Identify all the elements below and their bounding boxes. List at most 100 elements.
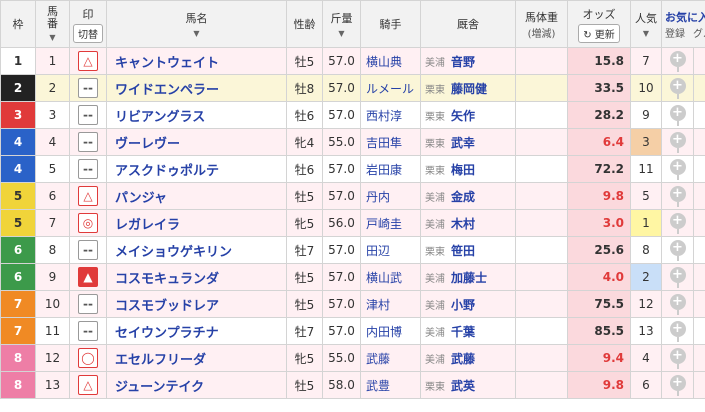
sex-age: 牡5 [286,290,323,318]
favorite-group-cell [693,344,705,372]
trainer-link[interactable]: 木村 [451,217,475,231]
trainer-link[interactable]: 音野 [451,55,475,69]
mark-none-icon[interactable]: -- [78,105,98,125]
jockey-link[interactable]: 丹内 [360,182,421,210]
horse-name-link[interactable]: ワイドエンペラー [106,74,287,102]
add-favorite-icon[interactable]: + [669,50,686,67]
add-favorite-icon[interactable]: + [669,212,686,229]
trainer-link[interactable]: 武幸 [451,136,475,150]
add-favorite-icon[interactable]: + [669,131,686,148]
sort-chevron-icon[interactable]: ▼ [643,29,649,38]
jockey-link[interactable]: 横山典 [360,47,421,75]
trainer-link[interactable]: 矢作 [451,109,475,123]
jockey-link[interactable]: 横山武 [360,263,421,291]
mark-triangle-icon[interactable]: △ [78,51,98,71]
favorite-register-button[interactable]: + [661,47,694,75]
trainer-link[interactable]: 小野 [451,298,475,312]
add-favorite-icon[interactable]: + [669,77,686,94]
favorite-register-button[interactable]: + [661,236,694,264]
horse-name-link[interactable]: ヴーレヴー [106,128,287,156]
mark-none-icon[interactable]: -- [78,132,98,152]
mark-none-icon[interactable]: -- [78,321,98,341]
horse-name-link[interactable]: ジューンテイク [106,371,287,399]
jockey-link[interactable]: 武豊 [360,371,421,399]
body-weight [515,371,568,399]
mark-double-circle-icon[interactable]: ◎ [78,213,98,233]
horse-name-link[interactable]: コスモキュランダ [106,263,287,291]
header-umaban[interactable]: 馬 番 ▼ [35,0,70,48]
favorite-register-button[interactable]: + [661,182,694,210]
mark-triangle-icon[interactable]: △ [78,375,98,395]
add-favorite-icon[interactable]: + [669,293,686,310]
trainer-region: 美浦 [425,300,445,312]
sort-chevron-icon[interactable]: ▼ [193,29,199,38]
trainer-link[interactable]: 藤岡健 [451,82,487,96]
jockey-link[interactable]: 戸崎圭 [360,209,421,237]
favorite-register-button[interactable]: + [661,209,694,237]
favorite-register-button[interactable]: + [661,317,694,345]
favorite-register-button[interactable]: + [661,128,694,156]
mark-none-icon[interactable]: -- [78,159,98,179]
favorite-register-button[interactable]: + [661,101,694,129]
trainer-link[interactable]: 梅田 [451,163,475,177]
jockey-link[interactable]: 吉田隼 [360,128,421,156]
add-favorite-icon[interactable]: + [669,239,686,256]
trainer-link[interactable]: 武藤 [451,352,475,366]
jockey-link[interactable]: 西村淳 [360,101,421,129]
trainer-link[interactable]: 金成 [451,190,475,204]
header-jockey: 騎手 [360,0,421,48]
body-weight [515,236,568,264]
add-favorite-icon[interactable]: + [669,347,686,364]
favorite-register-button[interactable]: + [661,344,694,372]
sex-age: 牝4 [286,128,323,156]
jockey-link[interactable]: 武藤 [360,344,421,372]
jockey-link[interactable]: 田辺 [360,236,421,264]
header-popularity[interactable]: 人気 ▼ [630,0,662,48]
add-favorite-icon[interactable]: + [669,320,686,337]
horse-name-link[interactable]: リビアングラス [106,101,287,129]
favorite-register-button[interactable]: + [661,263,694,291]
add-favorite-icon[interactable]: + [669,158,686,175]
horse-name-link[interactable]: パンジャ [106,182,287,210]
horse-name-link[interactable]: メイショウゲキリン [106,236,287,264]
horse-row: 7 10 -- コスモブッドレア 牡5 57.0 津村 美浦 小野 75.5 12 + [0,290,705,318]
add-favorite-icon[interactable]: + [669,374,686,391]
trainer-cell: 栗東 武幸 [420,128,516,156]
add-favorite-icon[interactable]: + [669,185,686,202]
mark-none-icon[interactable]: -- [78,78,98,98]
carried-weight: 57.0 [322,74,361,102]
favorite-register-button[interactable]: + [661,371,694,399]
horse-name-link[interactable]: エセルフリーダ [106,344,287,372]
horse-name-link[interactable]: アスクドゥポルテ [106,155,287,183]
odds-refresh-button[interactable]: ↻ 更新 [578,23,620,43]
trainer-link[interactable]: 笹田 [451,244,475,258]
horse-name-link[interactable]: レガレイラ [106,209,287,237]
header-weight[interactable]: 斤量 ▼ [322,0,361,48]
horse-name-link[interactable]: キャントウェイト [106,47,287,75]
mark-solid-triangle-icon[interactable]: ▲ [78,267,98,287]
sort-chevron-icon[interactable]: ▼ [49,33,55,42]
mark-circle-icon[interactable]: ◯ [78,348,98,368]
favorite-register-button[interactable]: + [661,74,694,102]
trainer-link[interactable]: 千葉 [451,325,475,339]
add-favorite-icon[interactable]: + [669,104,686,121]
favorite-group-cell [693,155,705,183]
favorite-register-button[interactable]: + [661,155,694,183]
jockey-link[interactable]: 内田博 [360,317,421,345]
jockey-link[interactable]: 津村 [360,290,421,318]
mark-toggle-button[interactable]: 切替 [73,23,103,43]
add-favorite-icon[interactable]: + [669,266,686,283]
mark-triangle-icon[interactable]: △ [78,186,98,206]
trainer-link[interactable]: 加藤士 [451,271,487,285]
mark-none-icon[interactable]: -- [78,240,98,260]
body-weight [515,344,568,372]
jockey-link[interactable]: ルメール [360,74,421,102]
header-name[interactable]: 馬名 ▼ [106,0,287,48]
favorite-register-button[interactable]: + [661,290,694,318]
horse-name-link[interactable]: コスモブッドレア [106,290,287,318]
jockey-link[interactable]: 岩田康 [360,155,421,183]
sort-chevron-icon[interactable]: ▼ [338,29,344,38]
mark-none-icon[interactable]: -- [78,294,98,314]
trainer-link[interactable]: 武英 [451,379,475,393]
horse-name-link[interactable]: セイウンプラチナ [106,317,287,345]
